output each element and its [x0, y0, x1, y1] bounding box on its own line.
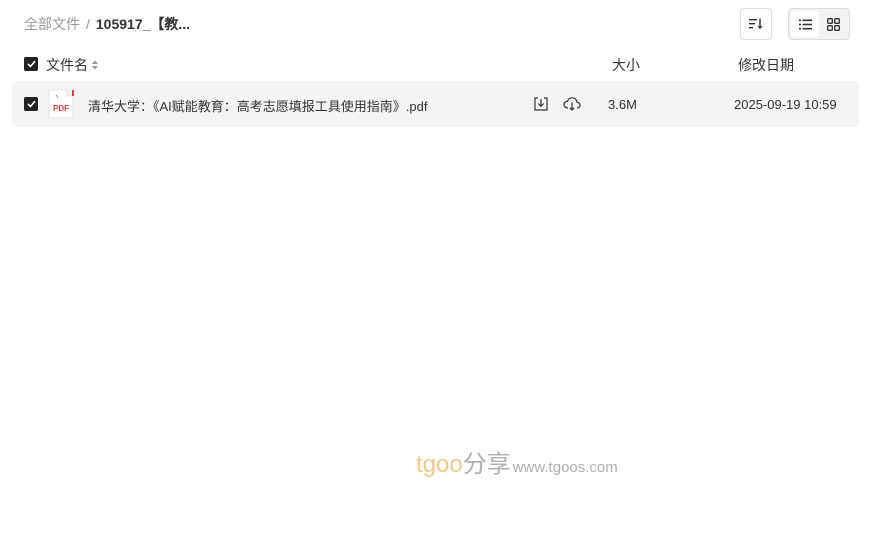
check-icon	[26, 100, 36, 108]
watermark-cn: 分享	[462, 451, 511, 478]
save-to-cloud-button[interactable]	[562, 94, 582, 114]
view-toggle	[788, 8, 850, 40]
breadcrumb-separator: /	[86, 16, 90, 32]
cloud-download-icon	[563, 97, 581, 111]
sort-caret-icon	[92, 60, 98, 70]
grid-view-button[interactable]	[819, 11, 847, 37]
name-column-label: 文件名	[46, 57, 88, 73]
file-checkbox[interactable]	[24, 97, 38, 111]
watermark: tgoo 分享 www.tgoos.com	[416, 444, 618, 479]
size-column-header: 大小	[612, 57, 640, 73]
check-icon	[26, 60, 36, 68]
watermark-url: www.tgoos.com	[512, 459, 618, 476]
breadcrumb-current-folder: 105917_【教...	[95, 16, 191, 32]
sort-button[interactable]	[740, 8, 772, 40]
file-row[interactable]: PDF 清华大学：《AI赋能教育：高考志愿填报工具使用指南》.pdf 3.6M …	[12, 81, 859, 127]
select-all-checkbox[interactable]	[24, 57, 38, 71]
list-view-button[interactable]	[791, 11, 819, 37]
pdf-file-icon: PDF	[48, 89, 74, 119]
grid-icon	[826, 17, 840, 31]
sort-icon	[749, 18, 763, 30]
watermark-brand: tgoo	[416, 451, 463, 478]
file-list-header: 文件名 大小 修改日期	[12, 52, 859, 76]
list-icon	[798, 19, 812, 29]
file-size: 3.6M	[608, 97, 637, 112]
breadcrumb: 全部文件 / 105917_【教...	[24, 14, 190, 34]
name-column-header[interactable]: 文件名	[46, 55, 98, 75]
pdf-icon-label: PDF	[53, 104, 69, 113]
download-icon	[534, 97, 548, 111]
download-button[interactable]	[531, 94, 551, 114]
date-column-header: 修改日期	[738, 57, 794, 73]
file-modified-date: 2025-09-19 10:59	[734, 97, 837, 112]
breadcrumb-root-link[interactable]: 全部文件	[24, 14, 80, 34]
file-name[interactable]: 清华大学：《AI赋能教育：高考志愿填报工具使用指南》.pdf	[88, 96, 427, 115]
